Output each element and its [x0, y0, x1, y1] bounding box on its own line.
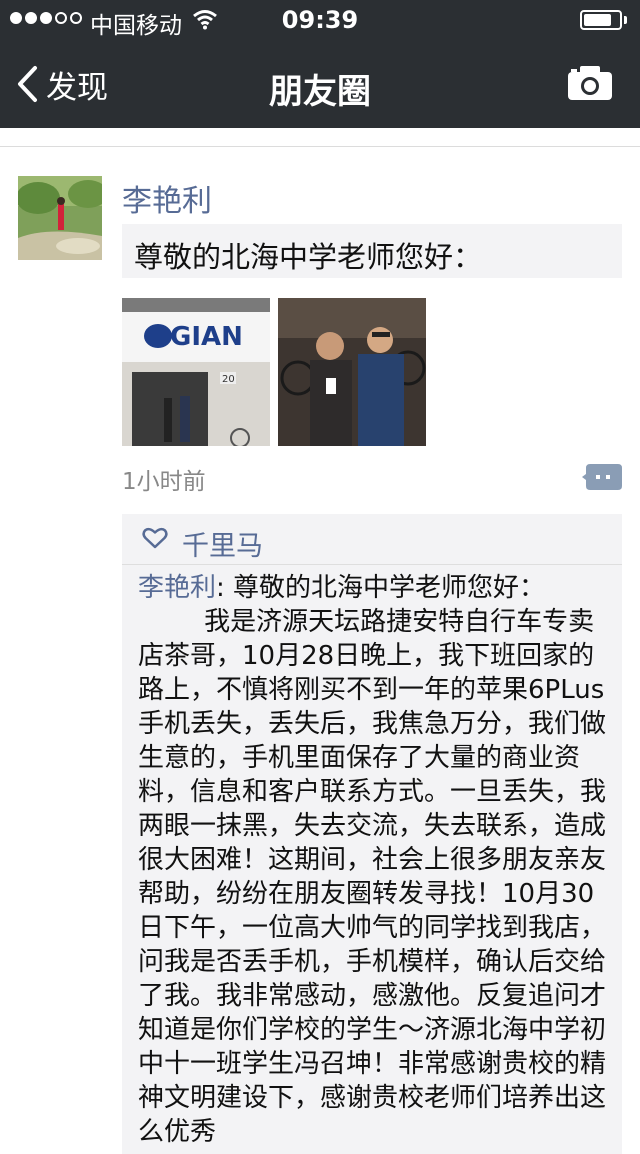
camera-icon[interactable]	[566, 64, 614, 102]
store-sign-text: GIAN	[170, 322, 243, 352]
avatar[interactable]	[18, 176, 102, 260]
post-timestamp: 1小时前	[122, 469, 206, 495]
comment-body: 尊敬的北海中学老师您好： 我是济源天坛路捷安特自行车专卖店茶哥，10月28日晚上…	[138, 573, 607, 1147]
comment-author[interactable]: 李艳利	[138, 573, 216, 603]
nav-bar: 发现 朋友圈	[0, 40, 640, 128]
shared-link-card[interactable]: 尊敬的北海中学老师您好：	[122, 224, 622, 278]
likes-row: 千里马	[122, 514, 622, 565]
divider	[0, 146, 640, 147]
clock: 09:39	[281, 6, 359, 34]
page-title: 朋友圈	[269, 72, 371, 112]
battery-icon	[580, 10, 622, 30]
interaction-panel: 千里马 李艳利: 尊敬的北海中学老师您好： 我是济源天坛路捷安特自行车专卖店茶哥…	[122, 514, 622, 1154]
post-author-name[interactable]: 李艳利	[122, 176, 212, 220]
comment-item: 李艳利: 尊敬的北海中学老师您好： 我是济源天坛路捷安特自行车专卖店茶哥，10月…	[138, 571, 616, 1149]
battery-cap	[624, 16, 627, 24]
comment-more-icon[interactable]	[582, 462, 622, 492]
heart-icon	[142, 527, 168, 549]
app-header: 中国移动 09:39 发现 朋友圈	[0, 0, 640, 128]
comment-separator: :	[216, 573, 234, 603]
status-bar: 中国移动 09:39	[0, 0, 640, 40]
shared-link-title: 尊敬的北海中学老师您好：	[134, 240, 483, 274]
store-number-text: 20	[222, 374, 235, 385]
post-photo-storefront[interactable]: GIAN 20	[122, 298, 270, 446]
liker-name[interactable]: 千里马	[182, 524, 263, 563]
post-photo-people[interactable]	[278, 298, 426, 446]
